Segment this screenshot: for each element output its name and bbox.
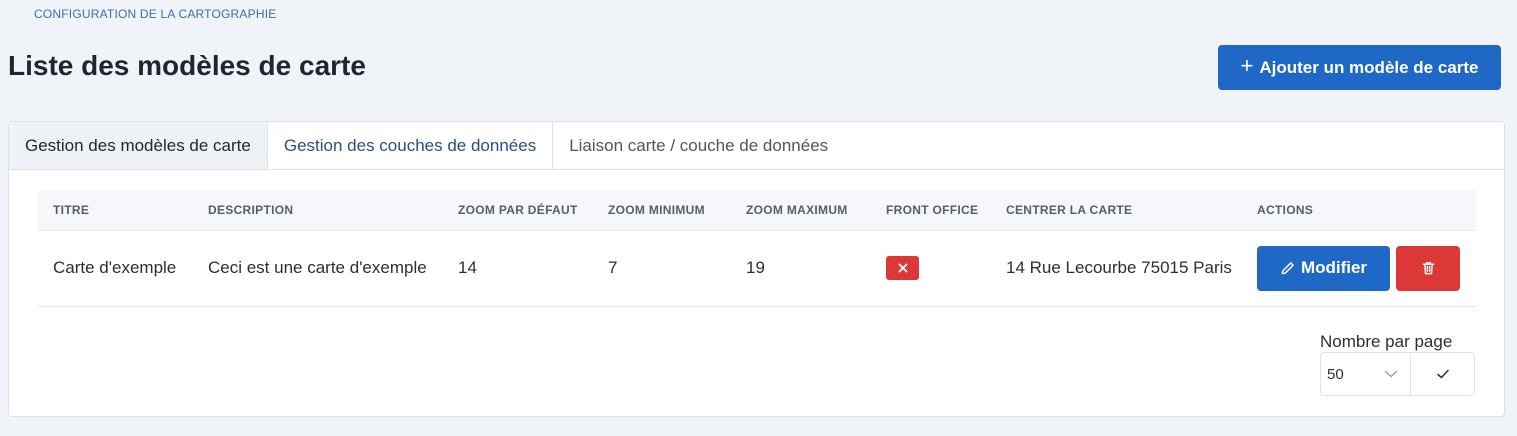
- breadcrumb: CONFIGURATION DE LA CARTOGRAPHIE: [34, 7, 277, 21]
- front-office-false-badge: [886, 256, 919, 280]
- column-header-description[interactable]: DESCRIPTION: [193, 190, 443, 231]
- add-map-model-button-label: Ajouter un modèle de carte: [1259, 57, 1479, 77]
- cell-zoom-min: 7: [608, 258, 618, 277]
- cell-title: Carte d'exemple: [53, 258, 177, 277]
- column-header-title[interactable]: TITRE: [38, 190, 193, 231]
- column-header-zoom-default[interactable]: ZOOM PAR DÉFAUT: [443, 190, 593, 231]
- table-header-row: TITRE DESCRIPTION ZOOM PAR DÉFAUT ZOOM M…: [38, 190, 1476, 231]
- cell-description: Ceci est une carte d'exemple: [208, 258, 427, 277]
- cell-zoom-max: 19: [746, 258, 765, 277]
- tab-data-layers[interactable]: Gestion des couches de données: [268, 122, 554, 169]
- per-page-label: Nombre par page: [1320, 332, 1453, 351]
- check-icon: [1436, 369, 1449, 379]
- map-models-card: Gestion des modèles de carte Gestion des…: [8, 121, 1505, 417]
- column-header-zoom-max[interactable]: ZOOM MAXIMUM: [731, 190, 871, 231]
- map-models-table: TITRE DESCRIPTION ZOOM PAR DÉFAUT ZOOM M…: [38, 190, 1476, 307]
- row-actions: Modifier: [1257, 245, 1476, 291]
- plus-icon: +: [1240, 53, 1254, 78]
- chevron-down-icon: [1384, 370, 1398, 378]
- modify-button-label: Modifier: [1300, 258, 1368, 277]
- column-header-center[interactable]: CENTRER LA CARTE: [991, 190, 1242, 231]
- tab-map-layer-link[interactable]: Liaison carte / couche de données: [553, 122, 844, 169]
- column-header-front-office[interactable]: FRONT OFFICE: [871, 190, 991, 231]
- per-page-select[interactable]: 50: [1320, 352, 1411, 396]
- column-header-zoom-min[interactable]: ZOOM MINIMUM: [593, 190, 731, 231]
- page-title: Liste des modèles de carte: [8, 50, 366, 81]
- per-page-value: 50: [1327, 365, 1344, 383]
- cell-zoom-default: 14: [458, 258, 477, 277]
- cell-center: 14 Rue Lecourbe 75015 Paris: [1006, 258, 1232, 277]
- pencil-icon: [1281, 261, 1294, 274]
- tab-map-models[interactable]: Gestion des modèles de carte: [9, 122, 268, 169]
- tabs-bar: Gestion des modèles de carte Gestion des…: [9, 122, 1504, 170]
- cell-actions: Modifier: [1242, 230, 1476, 306]
- confirm-per-page-button[interactable]: [1411, 352, 1475, 396]
- close-icon: [898, 263, 907, 273]
- trash-icon: [1422, 262, 1434, 275]
- table-row: Carte d'exemple Ceci est une carte d'exe…: [38, 230, 1476, 306]
- cell-front-office: [871, 230, 991, 306]
- per-page-control: 50: [1320, 352, 1475, 396]
- add-map-model-button[interactable]: + Ajouter un modèle de carte: [1218, 45, 1501, 90]
- delete-button[interactable]: [1396, 245, 1460, 291]
- modify-button[interactable]: Modifier: [1257, 245, 1390, 291]
- column-header-actions: ACTIONS: [1242, 190, 1476, 231]
